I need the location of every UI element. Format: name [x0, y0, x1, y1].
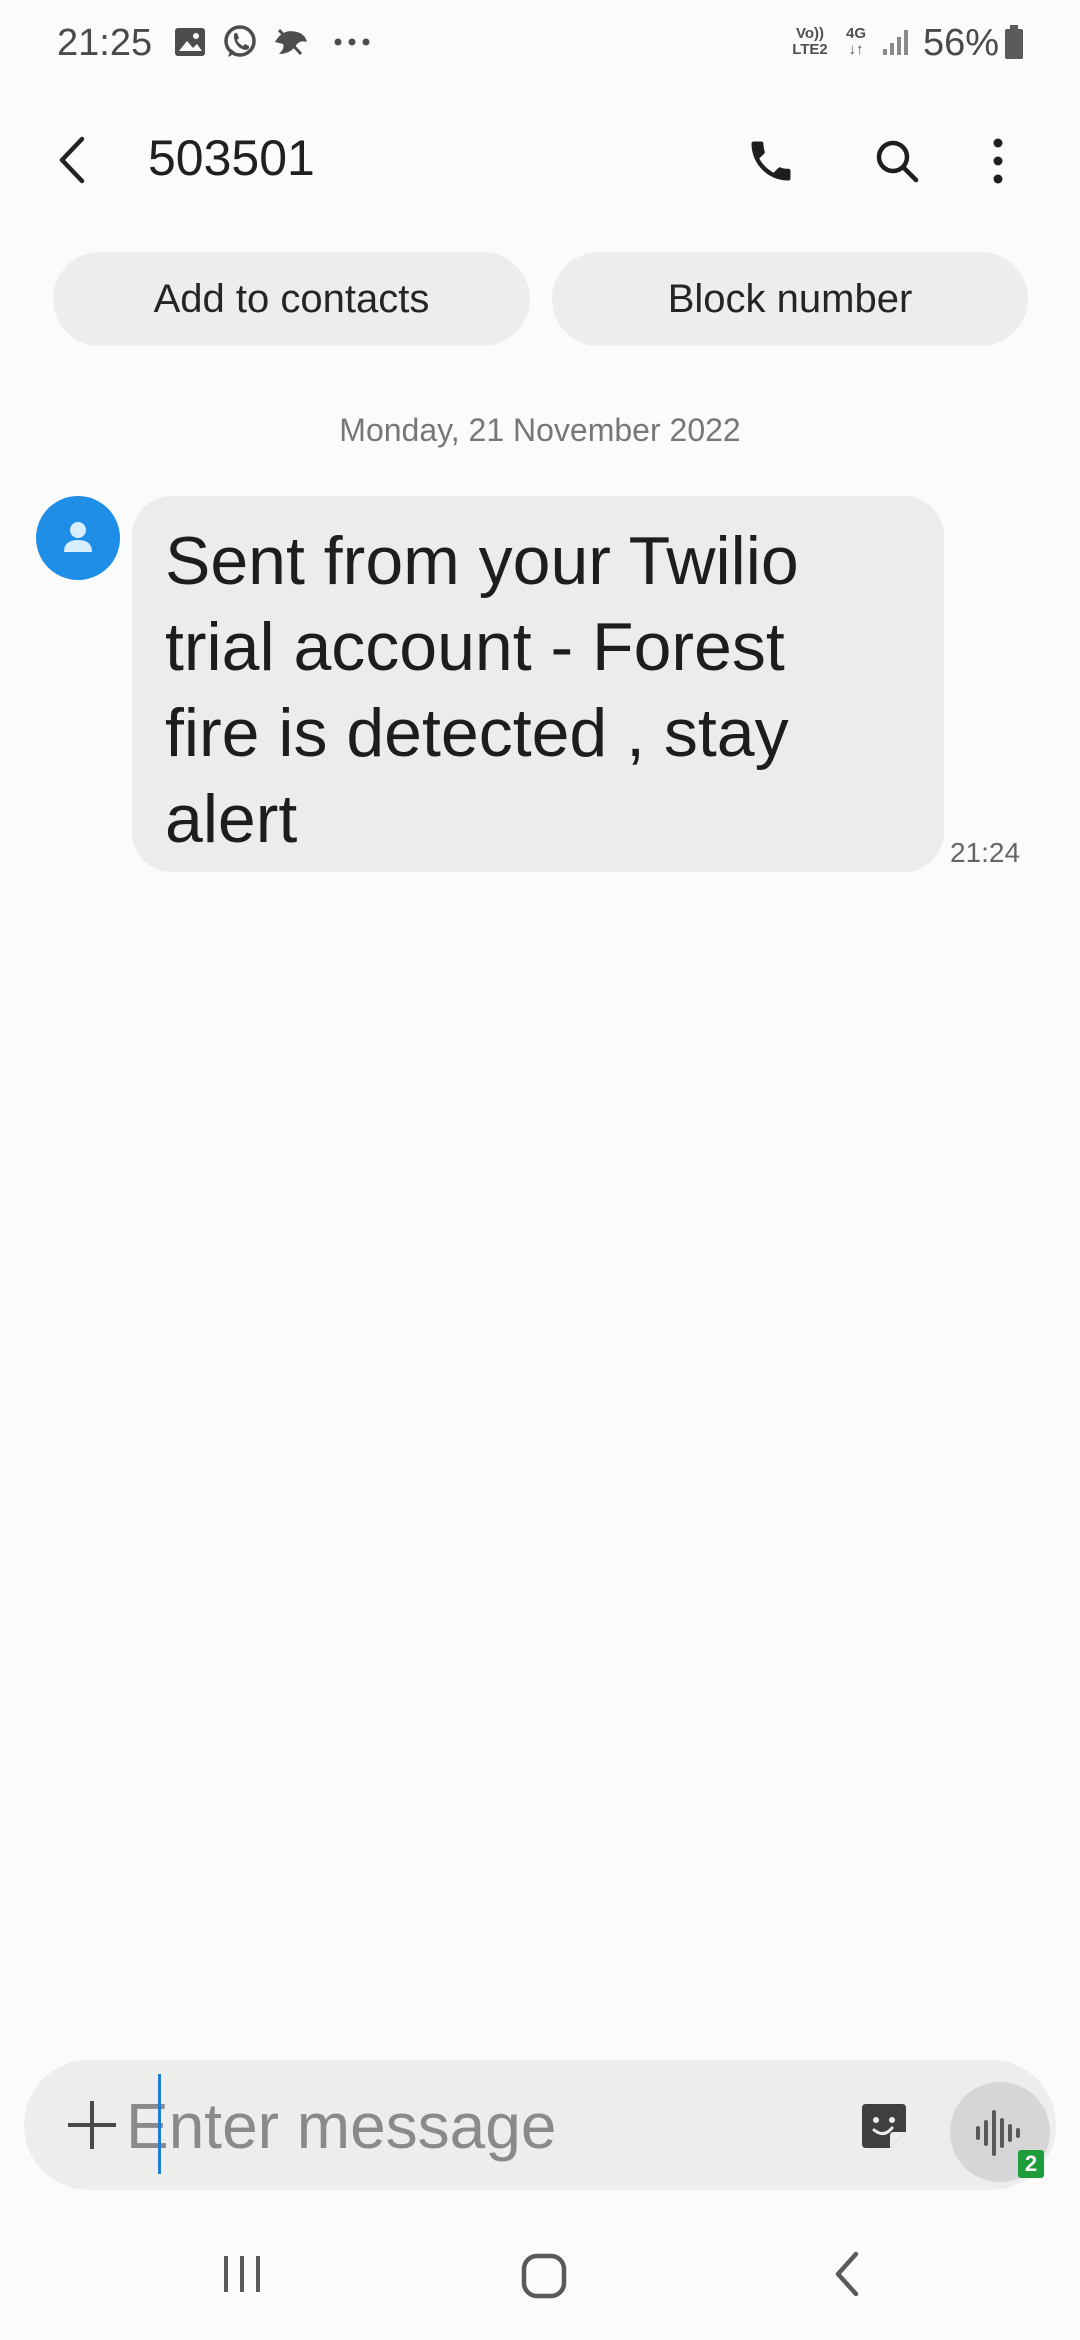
whatsapp-icon: [220, 22, 260, 62]
data-arrows-icon: ↓↑: [848, 41, 864, 58]
message-timestamp: 21:24: [950, 837, 1021, 868]
sim-badge: 2: [1018, 2150, 1044, 2178]
signal-icon: [878, 22, 914, 62]
message-bubble[interactable]: Sent from your Twilio trial account - Fo…: [132, 496, 944, 872]
status-bar: 21:25 Vo)) LTE2 4G ↓↑ 56%: [0, 0, 1080, 90]
recents-icon[interactable]: [212, 2244, 272, 2304]
text-caret: [158, 2074, 161, 2174]
contact-avatar-icon[interactable]: [36, 496, 120, 580]
back-arrow-icon[interactable]: [40, 128, 104, 192]
date-separator: Monday, 21 November 2022: [339, 412, 741, 448]
more-notifications-icon: [330, 22, 374, 62]
gallery-icon: [172, 22, 208, 62]
message-line: fire is detected , stay: [165, 695, 789, 771]
message-input[interactable]: [114, 2088, 794, 2164]
plus-icon[interactable]: [62, 2095, 122, 2155]
more-options-icon[interactable]: [970, 126, 1026, 196]
message-line: Sent from your Twilio: [165, 523, 799, 599]
block-number-button[interactable]: Block number: [552, 252, 1028, 346]
volte-indicator: Vo)) LTE2: [792, 25, 828, 58]
navigation-bar: [0, 2220, 1080, 2340]
message-line: alert: [165, 781, 298, 857]
search-icon[interactable]: [862, 126, 932, 196]
nav-back-icon[interactable]: [816, 2244, 876, 2304]
block-number-label: Block number: [667, 276, 913, 321]
add-to-contacts-label: Add to contacts: [153, 276, 430, 321]
home-icon[interactable]: [512, 2244, 576, 2308]
composer-bar: [24, 2060, 1056, 2190]
network-type-indicator: 4G ↓↑: [845, 25, 866, 58]
bird-app-icon: [270, 22, 312, 62]
status-time: 21:25: [57, 22, 153, 64]
message-line: trial account - Forest: [165, 609, 785, 685]
add-to-contacts-button[interactable]: Add to contacts: [53, 252, 530, 346]
call-icon[interactable]: [736, 126, 806, 196]
sticker-icon[interactable]: [856, 2098, 912, 2154]
conversation-title: 503501: [148, 130, 315, 186]
battery-icon: [1000, 22, 1028, 62]
battery-percent: 56%: [923, 22, 1000, 64]
